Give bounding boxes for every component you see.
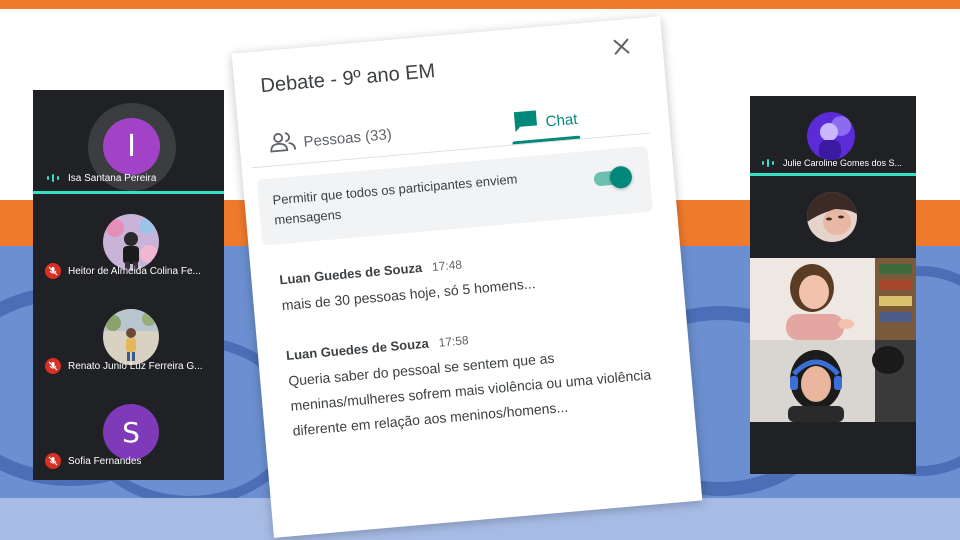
people-icon <box>269 130 297 156</box>
message-time: 17:48 <box>431 257 463 274</box>
mic-off-icon <box>45 358 61 374</box>
avatar: I <box>103 118 160 175</box>
slide-top-stripe <box>0 0 960 9</box>
chat-permission-toggle[interactable] <box>593 165 633 190</box>
speaking-indicator-bar <box>33 191 224 194</box>
mic-off-icon <box>45 263 61 279</box>
tab-chat[interactable]: Chat <box>513 106 579 137</box>
participant-tile[interactable]: Heitor de Almeida Colina Fe... <box>33 200 224 295</box>
participant-name-row: Julie Caroline Gomes dos S... <box>760 157 902 169</box>
mic-off-icon <box>45 453 61 469</box>
participant-name: Julie Caroline Gomes dos S... <box>783 158 903 168</box>
participant-name: Heitor de Almeida Colina Fe... <box>68 265 201 277</box>
avatar: S <box>103 404 159 460</box>
participant-name: Isa Santana Pereira <box>68 172 157 184</box>
message-time: 17:58 <box>438 333 470 350</box>
chat-message: Luan Guedes de Souza 17:48 mais de 30 pe… <box>279 240 652 318</box>
close-button[interactable] <box>607 33 635 61</box>
chat-panel: Debate - 9º ano EM Pessoas (33) Chat Per <box>231 16 703 538</box>
toggle-knob <box>608 165 633 190</box>
participant-name-row: Isa Santana Pereira <box>45 172 156 184</box>
chat-message: Luan Guedes de Souza 17:58 Queria saber … <box>286 316 663 444</box>
participant-name-row: Sofia Fernandes <box>45 453 141 469</box>
avatar <box>103 214 159 270</box>
participant-tile[interactable] <box>750 178 916 258</box>
tab-people[interactable]: Pessoas (33) <box>269 122 393 157</box>
participant-name: Sofia Fernandes <box>68 455 142 467</box>
audio-level-icon <box>45 172 61 184</box>
participant-name-row: Renato Junio Luz Ferreira G... <box>45 358 203 374</box>
meeting-title: Debate - 9º ano EM <box>259 60 437 98</box>
participants-panel-left: I Isa Santana Pereira Heitor de Almeida … <box>33 90 224 480</box>
close-icon <box>613 38 630 55</box>
chat-icon <box>513 109 539 137</box>
participant-tile[interactable]: Julie Caroline Gomes dos S... <box>750 96 916 178</box>
participant-tile[interactable]: I Isa Santana Pereira <box>33 90 224 195</box>
avatar <box>807 192 857 242</box>
participant-name-row: Heitor de Almeida Colina Fe... <box>45 263 201 279</box>
audio-level-icon <box>760 157 776 169</box>
tab-people-label: Pessoas (33) <box>302 125 393 151</box>
participant-video[interactable] <box>750 258 916 340</box>
participants-panel-right: Julie Caroline Gomes dos S... <box>750 96 916 474</box>
speaking-indicator-bar <box>750 173 916 176</box>
participant-video[interactable] <box>750 340 916 422</box>
avatar <box>807 112 855 160</box>
chat-permission-label: Permitir que todos os participantes envi… <box>271 171 518 228</box>
tab-chat-label: Chat <box>545 110 579 131</box>
participant-tile[interactable]: Renato Junio Luz Ferreira G... <box>33 295 224 390</box>
avatar <box>103 309 159 365</box>
participant-name: Renato Junio Luz Ferreira G... <box>68 360 203 372</box>
participant-tile[interactable]: S Sofia Fernandes <box>33 390 224 480</box>
